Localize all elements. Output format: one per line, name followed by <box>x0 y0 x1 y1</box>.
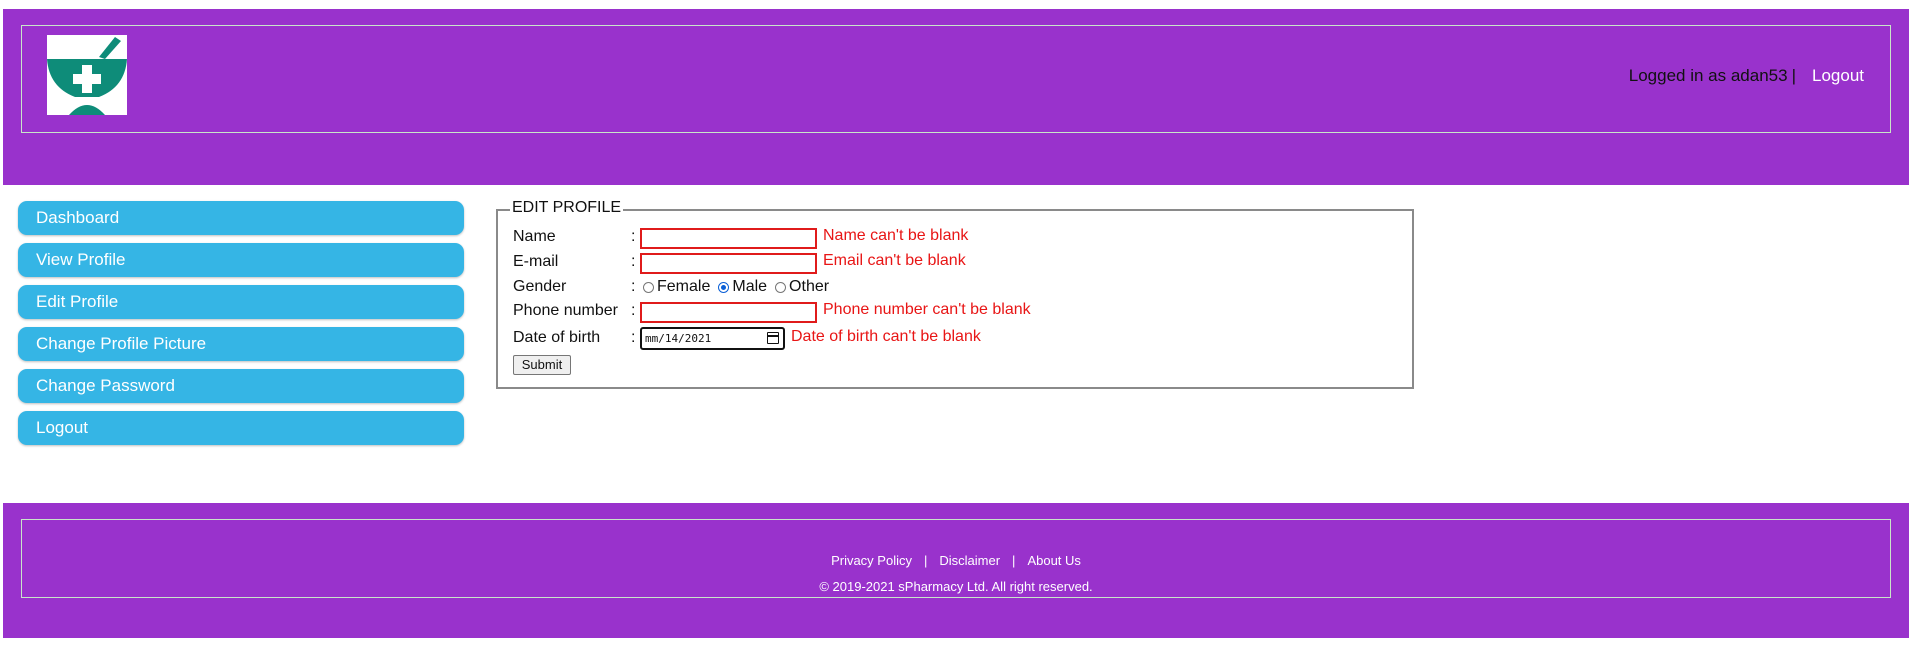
gender-radio-group: Female Male Other <box>643 278 837 296</box>
gender-female-radio[interactable] <box>643 281 654 293</box>
name-error: Name can't be blank <box>823 227 969 244</box>
gender-colon: : <box>631 278 636 295</box>
footer-frame: Privacy Policy | Disclaimer | About Us © 201… <box>21 519 1891 598</box>
dob-label: Date of birth <box>513 329 601 346</box>
name-input[interactable] <box>640 228 817 249</box>
footer-link-about-us[interactable]: About Us <box>1027 553 1080 568</box>
calendar-icon[interactable] <box>767 332 779 344</box>
gender-other-label[interactable]: Other <box>789 278 829 296</box>
sidebar-item-view-profile[interactable]: View Profile <box>18 243 464 277</box>
phone-colon: : <box>631 302 636 319</box>
sidebar-item-edit-profile[interactable]: Edit Profile <box>18 285 464 319</box>
submit-button[interactable]: Submit <box>513 355 571 375</box>
footer-links: Privacy Policy | Disclaimer | About Us <box>22 553 1890 568</box>
dob-error: Date of birth can't be blank <box>791 328 981 345</box>
gender-label: Gender <box>513 278 567 295</box>
gender-male-label[interactable]: Male <box>732 278 767 296</box>
sidebar-item-dashboard[interactable]: Dashboard <box>18 201 464 235</box>
phone-input[interactable] <box>640 302 817 323</box>
login-status: Logged in as adan53 | Logout <box>1629 66 1864 86</box>
email-error: Email can't be blank <box>823 252 966 269</box>
email-input[interactable] <box>640 253 817 274</box>
edit-profile-legend: EDIT PROFILE <box>510 199 624 217</box>
phone-label: Phone number <box>513 302 618 319</box>
header-frame: Logged in as adan53 | Logout <box>21 25 1891 133</box>
footer-link-disclaimer[interactable]: Disclaimer <box>939 553 1000 568</box>
sidebar-item-change-password[interactable]: Change Password <box>18 369 464 403</box>
site-header: Logged in as adan53 | Logout <box>3 9 1909 185</box>
footer-separator: | <box>923 553 928 568</box>
email-colon: : <box>631 253 636 270</box>
pharmacy-logo-icon[interactable] <box>47 35 127 115</box>
site-footer: Privacy Policy | Disclaimer | About Us © 201… <box>3 503 1909 638</box>
gender-male-radio[interactable] <box>718 281 730 293</box>
name-colon: : <box>631 228 636 245</box>
footer-link-privacy-policy[interactable]: Privacy Policy <box>831 553 912 568</box>
header-logout-link[interactable]: Logout <box>1812 66 1864 85</box>
logged-in-text: Logged in as adan53 <box>1628 66 1788 85</box>
sidebar-item-change-profile-picture[interactable]: Change Profile Picture <box>18 327 464 361</box>
dob-colon: : <box>631 329 636 346</box>
dob-value: mm/14/2021 <box>645 332 712 345</box>
gender-female-label[interactable]: Female <box>657 278 710 296</box>
header-separator: | <box>1791 66 1796 85</box>
sidebar-item-logout[interactable]: Logout <box>18 411 464 445</box>
copyright-text: © 2019-2021 sPharmacy Ltd. All right res… <box>819 579 1093 594</box>
email-label: E-mail <box>513 253 559 270</box>
name-label: Name <box>513 228 556 245</box>
dob-date-input[interactable]: mm/14/2021 <box>640 327 785 350</box>
phone-error: Phone number can't be blank <box>823 301 1031 318</box>
gender-other-radio[interactable] <box>775 281 787 293</box>
footer-separator: | <box>1012 553 1016 568</box>
